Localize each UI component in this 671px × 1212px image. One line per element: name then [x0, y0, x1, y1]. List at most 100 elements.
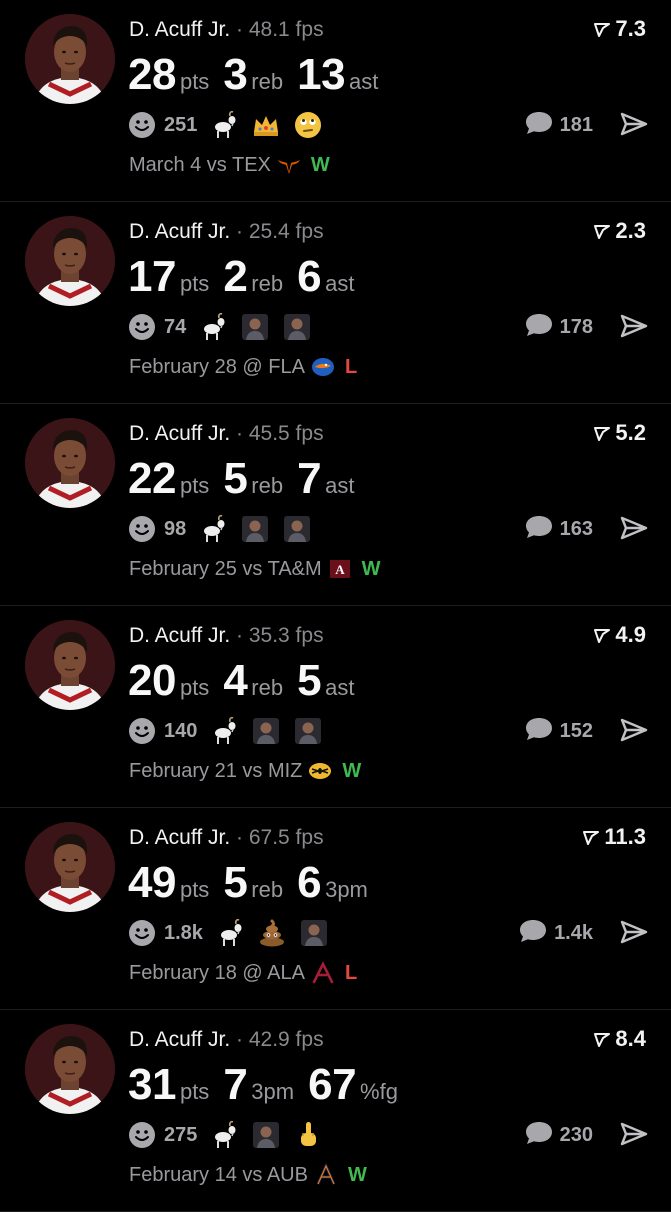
- pile-of-poo-icon[interactable]: [257, 918, 287, 948]
- player-name[interactable]: D. Acuff Jr.: [129, 1028, 230, 1051]
- comment-bubble-icon[interactable]: [524, 312, 554, 343]
- comments-button[interactable]: 181: [524, 110, 593, 141]
- goat-icon[interactable]: [215, 918, 245, 948]
- comment-bubble-icon[interactable]: [524, 1120, 554, 1151]
- comments-button[interactable]: 230: [524, 1120, 593, 1151]
- stat-reb: 5 reb: [223, 454, 283, 504]
- post-card-2[interactable]: D. Acuff Jr. · 25.4 fps 2.3 17 pts 2 reb 6 as…: [0, 202, 671, 404]
- smiley-face-icon[interactable]: [128, 717, 156, 745]
- post-header: D. Acuff Jr. · 45.5 fps: [129, 422, 324, 446]
- comment-bubble-icon[interactable]: [524, 716, 554, 747]
- player-name[interactable]: D. Acuff Jr.: [129, 422, 230, 445]
- stat-unit: reb: [251, 271, 284, 296]
- player-avatar[interactable]: [25, 14, 115, 104]
- react-button[interactable]: 275: [128, 1121, 197, 1149]
- smiley-face-icon[interactable]: [128, 111, 156, 139]
- comments-button[interactable]: 163: [524, 514, 593, 545]
- smiley-face-icon[interactable]: [128, 515, 156, 543]
- crown-icon[interactable]: [251, 110, 281, 140]
- game-info[interactable]: March 4 vs TEX W: [129, 153, 330, 177]
- send-arrow-icon[interactable]: [619, 918, 649, 946]
- share-button[interactable]: [619, 110, 649, 138]
- game-info[interactable]: February 18 @ ALA L: [129, 961, 357, 985]
- game-info[interactable]: February 21 vs MIZ W: [129, 759, 361, 783]
- stat-value: 31: [128, 1060, 176, 1109]
- share-button[interactable]: [619, 918, 649, 946]
- post-card-3[interactable]: D. Acuff Jr. · 45.5 fps 5.2 22 pts 5 reb 7 as…: [0, 404, 671, 606]
- player-name[interactable]: D. Acuff Jr.: [129, 826, 230, 849]
- person-photo-sticker[interactable]: [282, 312, 312, 342]
- react-button[interactable]: 251: [128, 111, 197, 139]
- stat-ast: 13 ast: [297, 50, 378, 100]
- send-arrow-icon[interactable]: [619, 1120, 649, 1148]
- face-with-rolling-eyes-icon[interactable]: [293, 110, 323, 140]
- share-button[interactable]: [619, 514, 649, 542]
- person-photo-sticker[interactable]: [251, 716, 281, 746]
- player-name[interactable]: D. Acuff Jr.: [129, 18, 230, 41]
- player-avatar[interactable]: [25, 620, 115, 710]
- person-photo-sticker[interactable]: [299, 918, 329, 948]
- separator-dot: ·: [236, 624, 243, 647]
- stat-ast: 7 ast: [297, 454, 354, 504]
- game-date-opponent: February 18 @ ALA: [129, 961, 305, 984]
- smiley-face-icon[interactable]: [128, 313, 156, 341]
- goat-icon[interactable]: [209, 110, 239, 140]
- game-info[interactable]: February 28 @ FLA L: [129, 355, 357, 379]
- alabama-a-logo: [311, 961, 335, 985]
- stat-value: 4: [223, 656, 248, 705]
- smiley-face-icon[interactable]: [128, 919, 156, 947]
- player-avatar[interactable]: [25, 418, 115, 508]
- person-photo-sticker[interactable]: [240, 312, 270, 342]
- send-arrow-icon[interactable]: [619, 716, 649, 744]
- comment-bubble-icon[interactable]: [524, 514, 554, 545]
- post-card-6[interactable]: D. Acuff Jr. · 42.9 fps 8.4 31 pts 7 3pm 67%…: [0, 1010, 671, 1212]
- stat-unit: 3pm: [325, 877, 368, 902]
- person-photo-sticker[interactable]: [293, 716, 323, 746]
- post-card-1[interactable]: D. Acuff Jr. · 48.1 fps 7.3 28 pts 3 reb 13 a…: [0, 0, 671, 202]
- react-button[interactable]: 98: [128, 515, 186, 543]
- goat-icon[interactable]: [198, 312, 228, 342]
- player-avatar[interactable]: [25, 1024, 115, 1114]
- goat-icon[interactable]: [198, 514, 228, 544]
- game-info[interactable]: February 25 vs TA&M A W: [129, 557, 381, 581]
- post-header: D. Acuff Jr. · 42.9 fps: [129, 1028, 324, 1052]
- share-button[interactable]: [619, 716, 649, 744]
- send-arrow-icon[interactable]: [619, 514, 649, 542]
- react-button[interactable]: 74: [128, 313, 186, 341]
- rating-arrow-icon: [593, 626, 611, 644]
- react-button[interactable]: 140: [128, 717, 197, 745]
- goat-icon[interactable]: [209, 716, 239, 746]
- comment-bubble-icon[interactable]: [524, 110, 554, 141]
- comment-bubble-icon[interactable]: [518, 918, 548, 949]
- player-name[interactable]: D. Acuff Jr.: [129, 220, 230, 243]
- goat-icon[interactable]: [209, 1120, 239, 1150]
- person-photo-sticker[interactable]: [240, 514, 270, 544]
- person-photo-sticker[interactable]: [282, 514, 312, 544]
- send-arrow-icon[interactable]: [619, 312, 649, 340]
- stat-value: 67: [308, 1060, 357, 1109]
- game-info[interactable]: February 14 vs AUB W: [129, 1163, 367, 1187]
- react-button[interactable]: 1.8k: [128, 919, 203, 947]
- share-button[interactable]: [619, 1120, 649, 1148]
- comment-count: 230: [559, 1124, 593, 1146]
- score-value: 5.2: [615, 420, 646, 445]
- game-result: L: [344, 355, 358, 378]
- comments-button[interactable]: 178: [524, 312, 593, 343]
- game-result: W: [342, 759, 362, 782]
- middle-finger-icon[interactable]: [293, 1120, 323, 1150]
- post-card-4[interactable]: D. Acuff Jr. · 35.3 fps 4.9 20 pts 4 reb 5 as…: [0, 606, 671, 808]
- comments-button[interactable]: 1.4k: [518, 918, 593, 949]
- smiley-face-icon[interactable]: [128, 1121, 156, 1149]
- person-photo-sticker[interactable]: [251, 1120, 281, 1150]
- send-arrow-icon[interactable]: [619, 110, 649, 138]
- post-card-5[interactable]: D. Acuff Jr. · 67.5 fps 11.3 49 pts 5 reb 6 3…: [0, 808, 671, 1010]
- share-button[interactable]: [619, 312, 649, 340]
- stat-unit: reb: [251, 69, 284, 94]
- stat-value: 5: [223, 454, 248, 503]
- reaction-count: 1.8k: [164, 921, 203, 944]
- player-avatar[interactable]: [25, 822, 115, 912]
- player-name[interactable]: D. Acuff Jr.: [129, 624, 230, 647]
- comments-button[interactable]: 152: [524, 716, 593, 747]
- player-avatar[interactable]: [25, 216, 115, 306]
- game-result: W: [310, 153, 330, 176]
